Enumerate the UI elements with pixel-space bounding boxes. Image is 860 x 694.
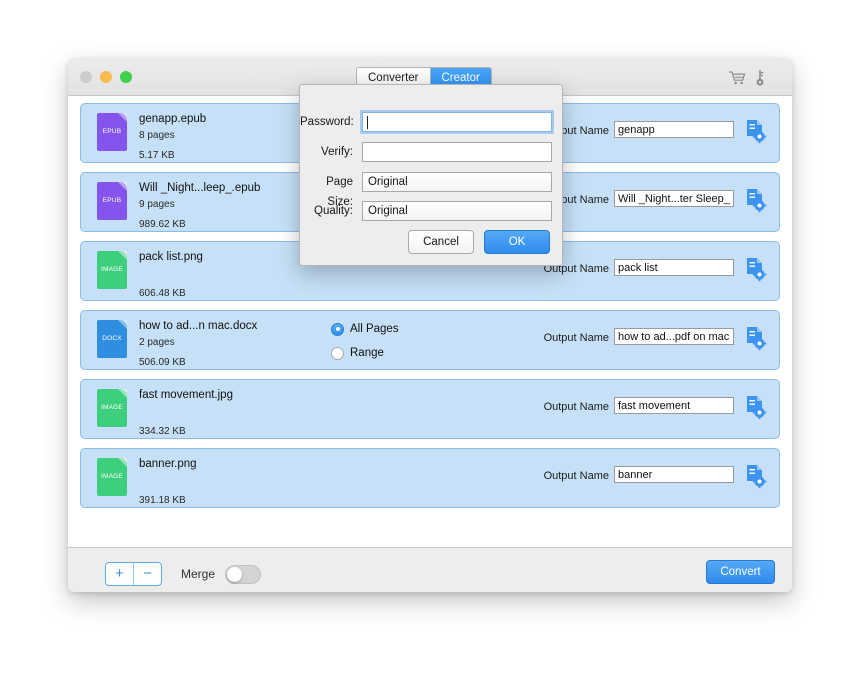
password-label: Password: [300,116,354,128]
pdf-settings-dialog: Password: Verify: Page Size: Original Qu… [299,84,563,266]
file-type-label: EPUB [102,197,122,204]
file-size: 506.09 KB [139,357,186,368]
file-settings-icon[interactable] [745,394,767,420]
file-page-count: 8 pages [139,130,175,141]
add-file-button[interactable]: + [106,563,133,585]
password-input[interactable] [362,112,552,132]
merge-toggle[interactable] [225,565,261,584]
verify-row: Verify: [300,142,562,164]
file-name: genapp.epub [139,113,207,125]
all-pages-radio[interactable] [331,322,344,336]
file-row[interactable]: IMAGE banner.png 391.18 KB Output Name banne… [80,448,780,508]
quality-select[interactable]: Original [362,201,552,221]
file-type-icon: IMAGE [97,251,127,289]
page-range-radio-group: All Pages Range [331,320,399,368]
merge-toggle-knob [227,567,242,582]
file-type-icon: DOCX [97,320,127,358]
verify-label: Verify: [321,146,353,158]
output-name-input[interactable]: how to ad...pdf on mac [614,328,734,345]
remove-file-button[interactable]: − [134,563,161,585]
file-size: 989.62 KB [139,219,186,230]
file-size: 391.18 KB [139,495,186,506]
file-name: banner.png [139,458,197,470]
file-meta: Will _Night...leep_.epub 9 pages 989.62 KB [139,179,319,230]
output-name-input[interactable]: Will _Night...ter Sleep_ [614,190,734,207]
quality-label: Quality: [314,205,353,217]
close-window-button[interactable] [80,71,92,83]
add-remove-segmented-control: + − [105,562,162,586]
file-name: fast movement.jpg [139,389,233,401]
screenshot-root: Converter Creator EPUB genapp.epub 8 pag… [0,0,860,694]
file-type-icon: IMAGE [97,458,127,496]
file-settings-icon[interactable] [745,463,767,489]
file-name: how to ad...n mac.docx [139,320,258,332]
output-name-label: Output Name [543,332,609,344]
file-row[interactable]: IMAGE fast movement.jpg 334.32 KB Output Na… [80,379,780,439]
quality-row: Quality: Original [300,201,562,223]
file-meta: genapp.epub 8 pages 5.17 KB [139,110,319,161]
range-radio[interactable] [331,346,344,360]
file-settings-icon[interactable] [745,118,767,144]
file-meta: banner.png 391.18 KB [139,455,319,506]
output-name-input[interactable]: banner [614,466,734,483]
file-type-label: IMAGE [101,473,123,480]
all-pages-label: All Pages [350,323,399,335]
file-type-icon: IMAGE [97,389,127,427]
page-size-select[interactable]: Original [362,172,552,192]
file-page-count: 2 pages [139,337,175,348]
file-meta: pack list.png 606.48 KB [139,248,319,299]
file-settings-icon[interactable] [745,256,767,282]
file-settings-icon[interactable] [745,187,767,213]
maximize-window-button[interactable] [120,71,132,83]
file-type-label: IMAGE [101,266,123,273]
file-type-label: IMAGE [101,404,123,411]
merge-label: Merge [181,567,216,581]
range-label: Range [350,347,384,359]
file-page-count: 9 pages [139,199,175,210]
cart-icon[interactable] [727,68,747,88]
ok-button[interactable]: OK [484,230,550,254]
file-row[interactable]: DOCX how to ad...n mac.docx 2 pages 506.09 … [80,310,780,370]
output-name-label: Output Name [543,401,609,413]
file-name: pack list.png [139,251,203,263]
file-settings-icon[interactable] [745,325,767,351]
file-type-label: EPUB [102,128,122,135]
convert-button[interactable]: Convert [706,560,775,584]
cancel-button[interactable]: Cancel [408,230,474,254]
output-name-label: Output Name [543,470,609,482]
file-type-label: DOCX [102,335,122,342]
verify-input[interactable] [362,142,552,162]
minimize-window-button[interactable] [100,71,112,83]
password-row: Password: [300,112,562,134]
all-pages-option[interactable]: All Pages [331,320,399,338]
file-size: 334.32 KB [139,426,186,437]
output-name-input[interactable]: pack list [614,259,734,276]
file-type-icon: EPUB [97,113,127,151]
bottom-toolbar: + − Merge Convert [68,547,792,592]
range-option[interactable]: Range [331,344,399,362]
text-caret [367,116,368,129]
file-type-icon: EPUB [97,182,127,220]
file-size: 5.17 KB [139,150,175,161]
file-size: 606.48 KB [139,288,186,299]
file-meta: fast movement.jpg 334.32 KB [139,386,319,437]
output-name-input[interactable]: genapp [614,121,734,138]
file-name: Will _Night...leep_.epub [139,182,261,194]
output-name-input[interactable]: fast movement [614,397,734,414]
page-size-row: Page Size: Original [300,172,562,208]
file-meta: how to ad...n mac.docx 2 pages 506.09 KB [139,317,319,368]
key-icon[interactable] [750,68,770,88]
